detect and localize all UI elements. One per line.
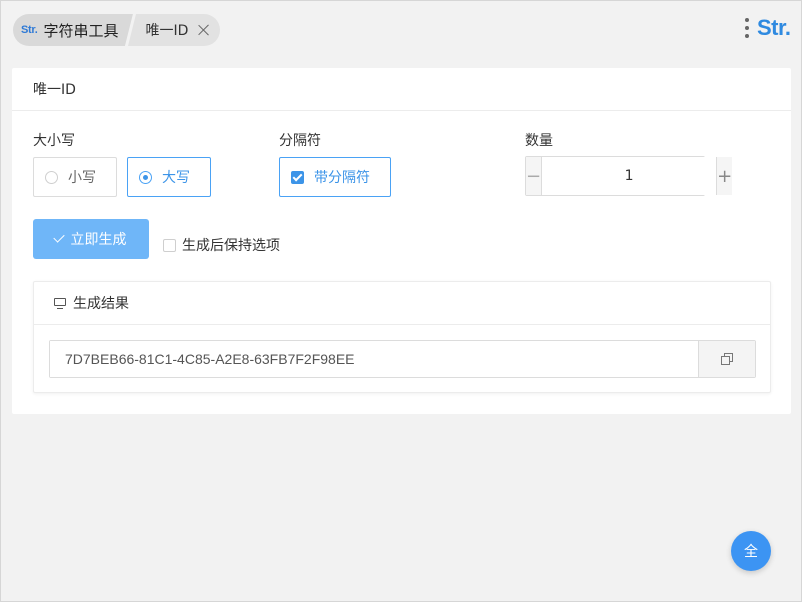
plus-button[interactable]: +: [716, 157, 733, 195]
result-output[interactable]: [50, 341, 698, 377]
result-title: 生成结果: [73, 296, 129, 312]
result-panel: 生成结果: [33, 281, 771, 393]
more-vertical-icon[interactable]: [745, 18, 749, 40]
radio-icon: [45, 170, 58, 184]
close-icon[interactable]: [198, 24, 210, 36]
tool-card: 唯一ID 大小写 小写 大写 分隔符 带分隔符 数量 − + 立即生成 生成后保…: [12, 68, 791, 414]
copy-button[interactable]: [698, 341, 755, 377]
tab-unique-id-label: 唯一ID: [145, 23, 189, 39]
copy-icon: [721, 353, 733, 365]
radio-selected-icon: [139, 170, 152, 184]
keep-options-checkbox[interactable]: 生成后保持选项: [163, 235, 280, 255]
checkbox-checked-icon: [291, 170, 304, 184]
result-header: 生成结果: [34, 282, 770, 325]
separator-option-label: 带分隔符: [314, 170, 370, 186]
fullscreen-button[interactable]: 全: [731, 531, 771, 571]
radio-lowercase-label: 小写: [68, 170, 96, 186]
quantity-input[interactable]: [542, 157, 717, 195]
checkbox-icon: [163, 238, 176, 252]
brand-logo: Str.: [757, 15, 791, 40]
str-logo-icon: Str.: [21, 24, 38, 36]
radio-uppercase[interactable]: 大写: [127, 157, 211, 197]
separator-label: 分隔符: [279, 133, 321, 149]
check-icon: [52, 231, 65, 243]
radio-uppercase-label: 大写: [162, 170, 190, 186]
quantity-label: 数量: [525, 133, 553, 149]
breadcrumb-home-label: 字符串工具: [43, 21, 119, 40]
generate-button-label: 立即生成: [70, 232, 127, 248]
result-row: [49, 340, 756, 378]
keep-options-label: 生成后保持选项: [182, 238, 280, 254]
generate-button[interactable]: 立即生成: [33, 219, 149, 259]
separator-checkbox[interactable]: 带分隔符: [279, 157, 391, 197]
monitor-icon: [54, 297, 67, 310]
quantity-stepper: − +: [525, 156, 733, 196]
top-bar: Str. 字符串工具 唯一ID Str.: [1, 1, 801, 61]
breadcrumb: Str. 字符串工具 唯一ID: [13, 14, 221, 46]
card-title: 唯一ID: [12, 68, 791, 111]
case-label: 大小写: [33, 133, 75, 149]
breadcrumb-home[interactable]: Str. 字符串工具: [13, 14, 133, 46]
radio-lowercase[interactable]: 小写: [33, 157, 117, 197]
minus-button[interactable]: −: [526, 157, 543, 195]
tab-unique-id[interactable]: 唯一ID: [127, 14, 221, 46]
